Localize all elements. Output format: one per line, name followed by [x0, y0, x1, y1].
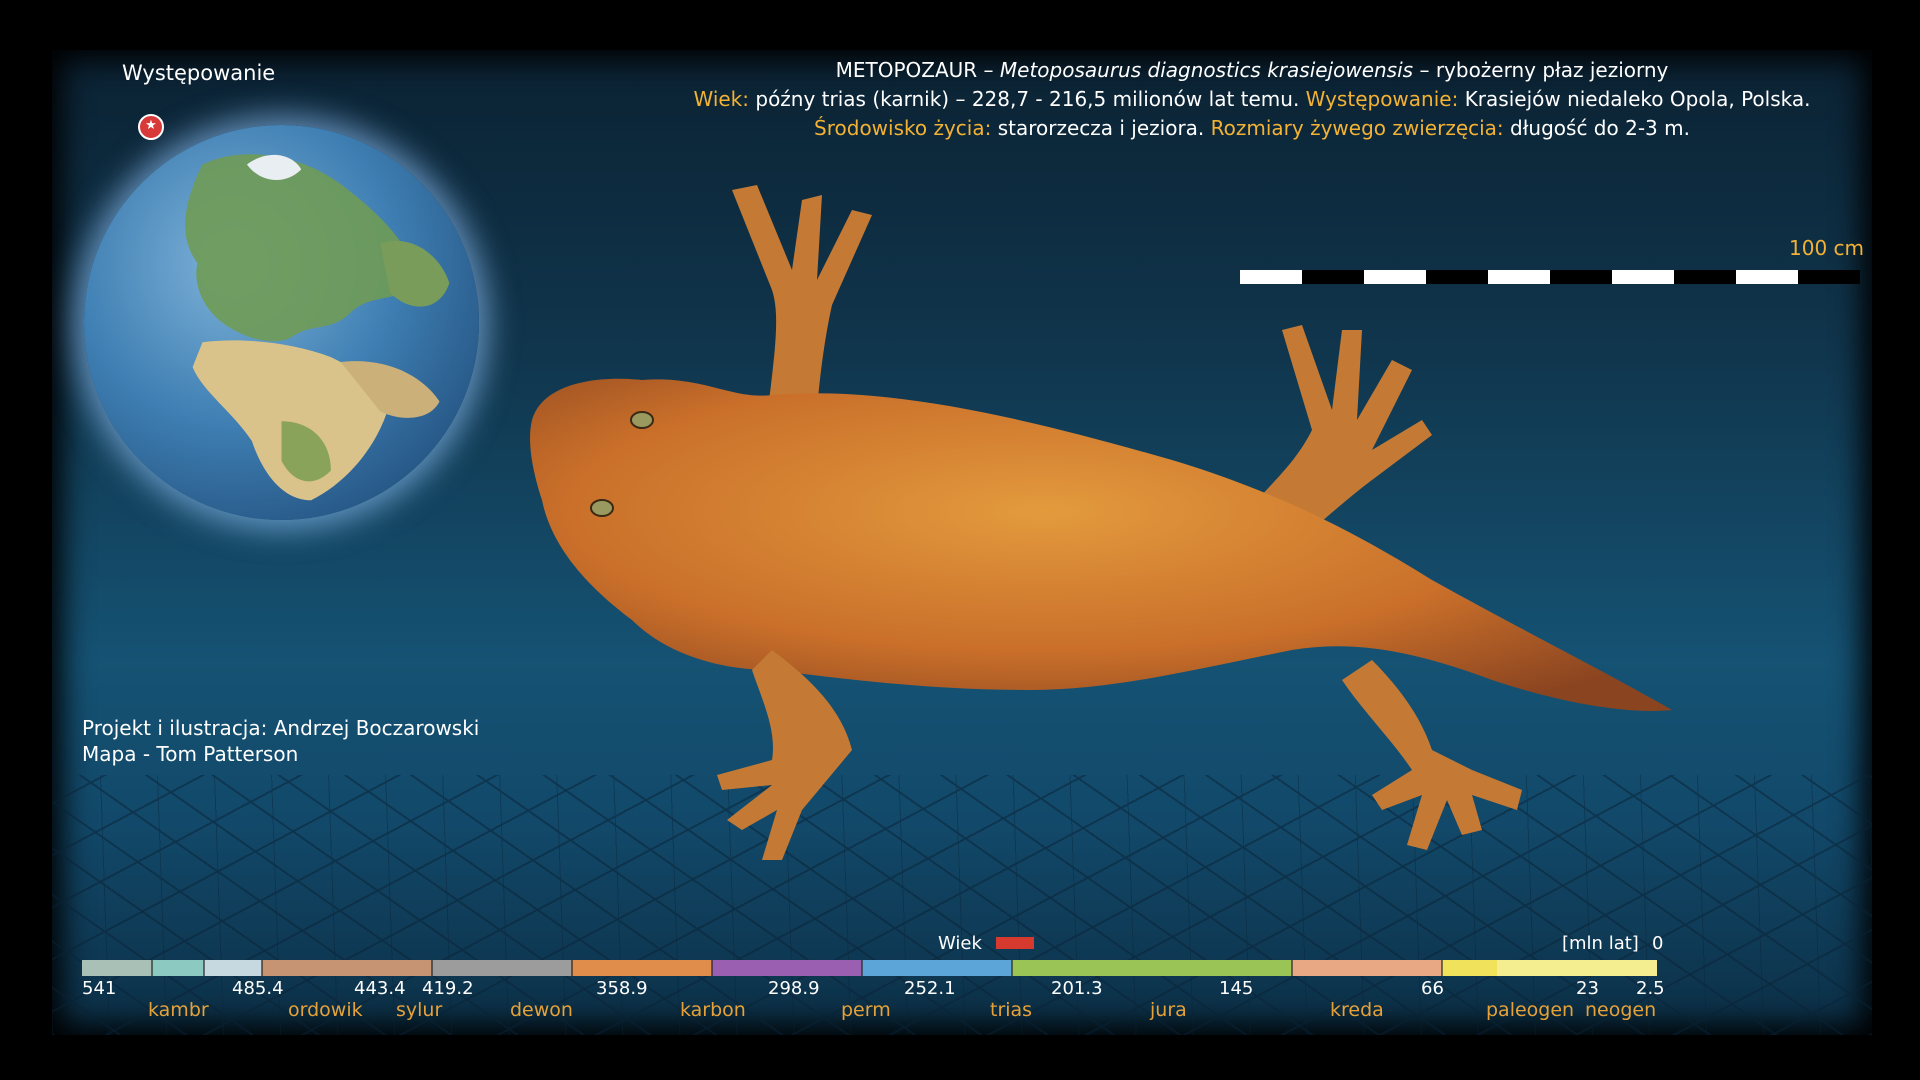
timeline-wiek-label: Wiek	[938, 933, 982, 954]
period-kambr: kambr	[148, 999, 209, 1021]
period-perm: perm	[841, 999, 891, 1021]
tick-252: 252.1	[904, 978, 956, 999]
timeline-age-marker	[996, 937, 1034, 949]
tick-443: 443.4	[354, 978, 406, 999]
metoposaurus-illustration	[530, 185, 1672, 860]
period-dewon: dewon	[510, 999, 573, 1021]
credit-map: Mapa - Tom Patterson	[82, 742, 299, 766]
legend-label: Występowanie	[122, 61, 276, 85]
period-sylur: sylur	[396, 999, 443, 1021]
tick-66: 66	[1421, 978, 1444, 999]
credit-illustration: Projekt i ilustracja: Andrzej Boczarowsk…	[82, 716, 480, 740]
timeline-unit: [mln lat]	[1562, 933, 1639, 954]
title-line: METOPOZAUR – Metoposaurus diagnostics kr…	[835, 58, 1669, 82]
tick-298: 298.9	[768, 978, 820, 999]
period-trias: trias	[990, 999, 1033, 1021]
timeline-zero: 0	[1652, 933, 1664, 954]
tick-23: 23	[1576, 978, 1599, 999]
tick-358: 358.9	[596, 978, 648, 999]
globe-map	[84, 125, 479, 520]
period-ordowik: ordowik	[288, 999, 363, 1021]
occurrence-star-icon: ★	[138, 114, 164, 140]
period-karbon: karbon	[680, 999, 746, 1021]
tick-2-5: 2.5	[1636, 978, 1665, 999]
genus-name: METOPOZAUR	[835, 58, 978, 82]
tick-201: 201.3	[1051, 978, 1103, 999]
tick-145: 145	[1219, 978, 1254, 999]
tick-541: 541	[82, 978, 117, 999]
timeline-bar	[82, 960, 1657, 976]
period-kreda: kreda	[1330, 999, 1384, 1021]
tick-485: 485.4	[232, 978, 284, 999]
tick-419: 419.2	[422, 978, 474, 999]
period-jura: jura	[1150, 999, 1187, 1021]
species-name: Metoposaurus diagnostics krasiejowensis	[999, 58, 1414, 82]
species-description: rybożerny płaz jeziorny	[1435, 58, 1669, 82]
period-neogen: neogen	[1585, 999, 1657, 1021]
age-line: Wiek: późny trias (karnik) – 228,7 - 216…	[693, 87, 1811, 111]
scene: ★ Występowanie METOPOZAUR – Metoposaurus…	[52, 50, 1872, 1035]
period-paleogen: paleogen	[1486, 999, 1575, 1021]
habitat-line: Środowisko życia: starorzecza i jeziora.…	[814, 116, 1690, 140]
